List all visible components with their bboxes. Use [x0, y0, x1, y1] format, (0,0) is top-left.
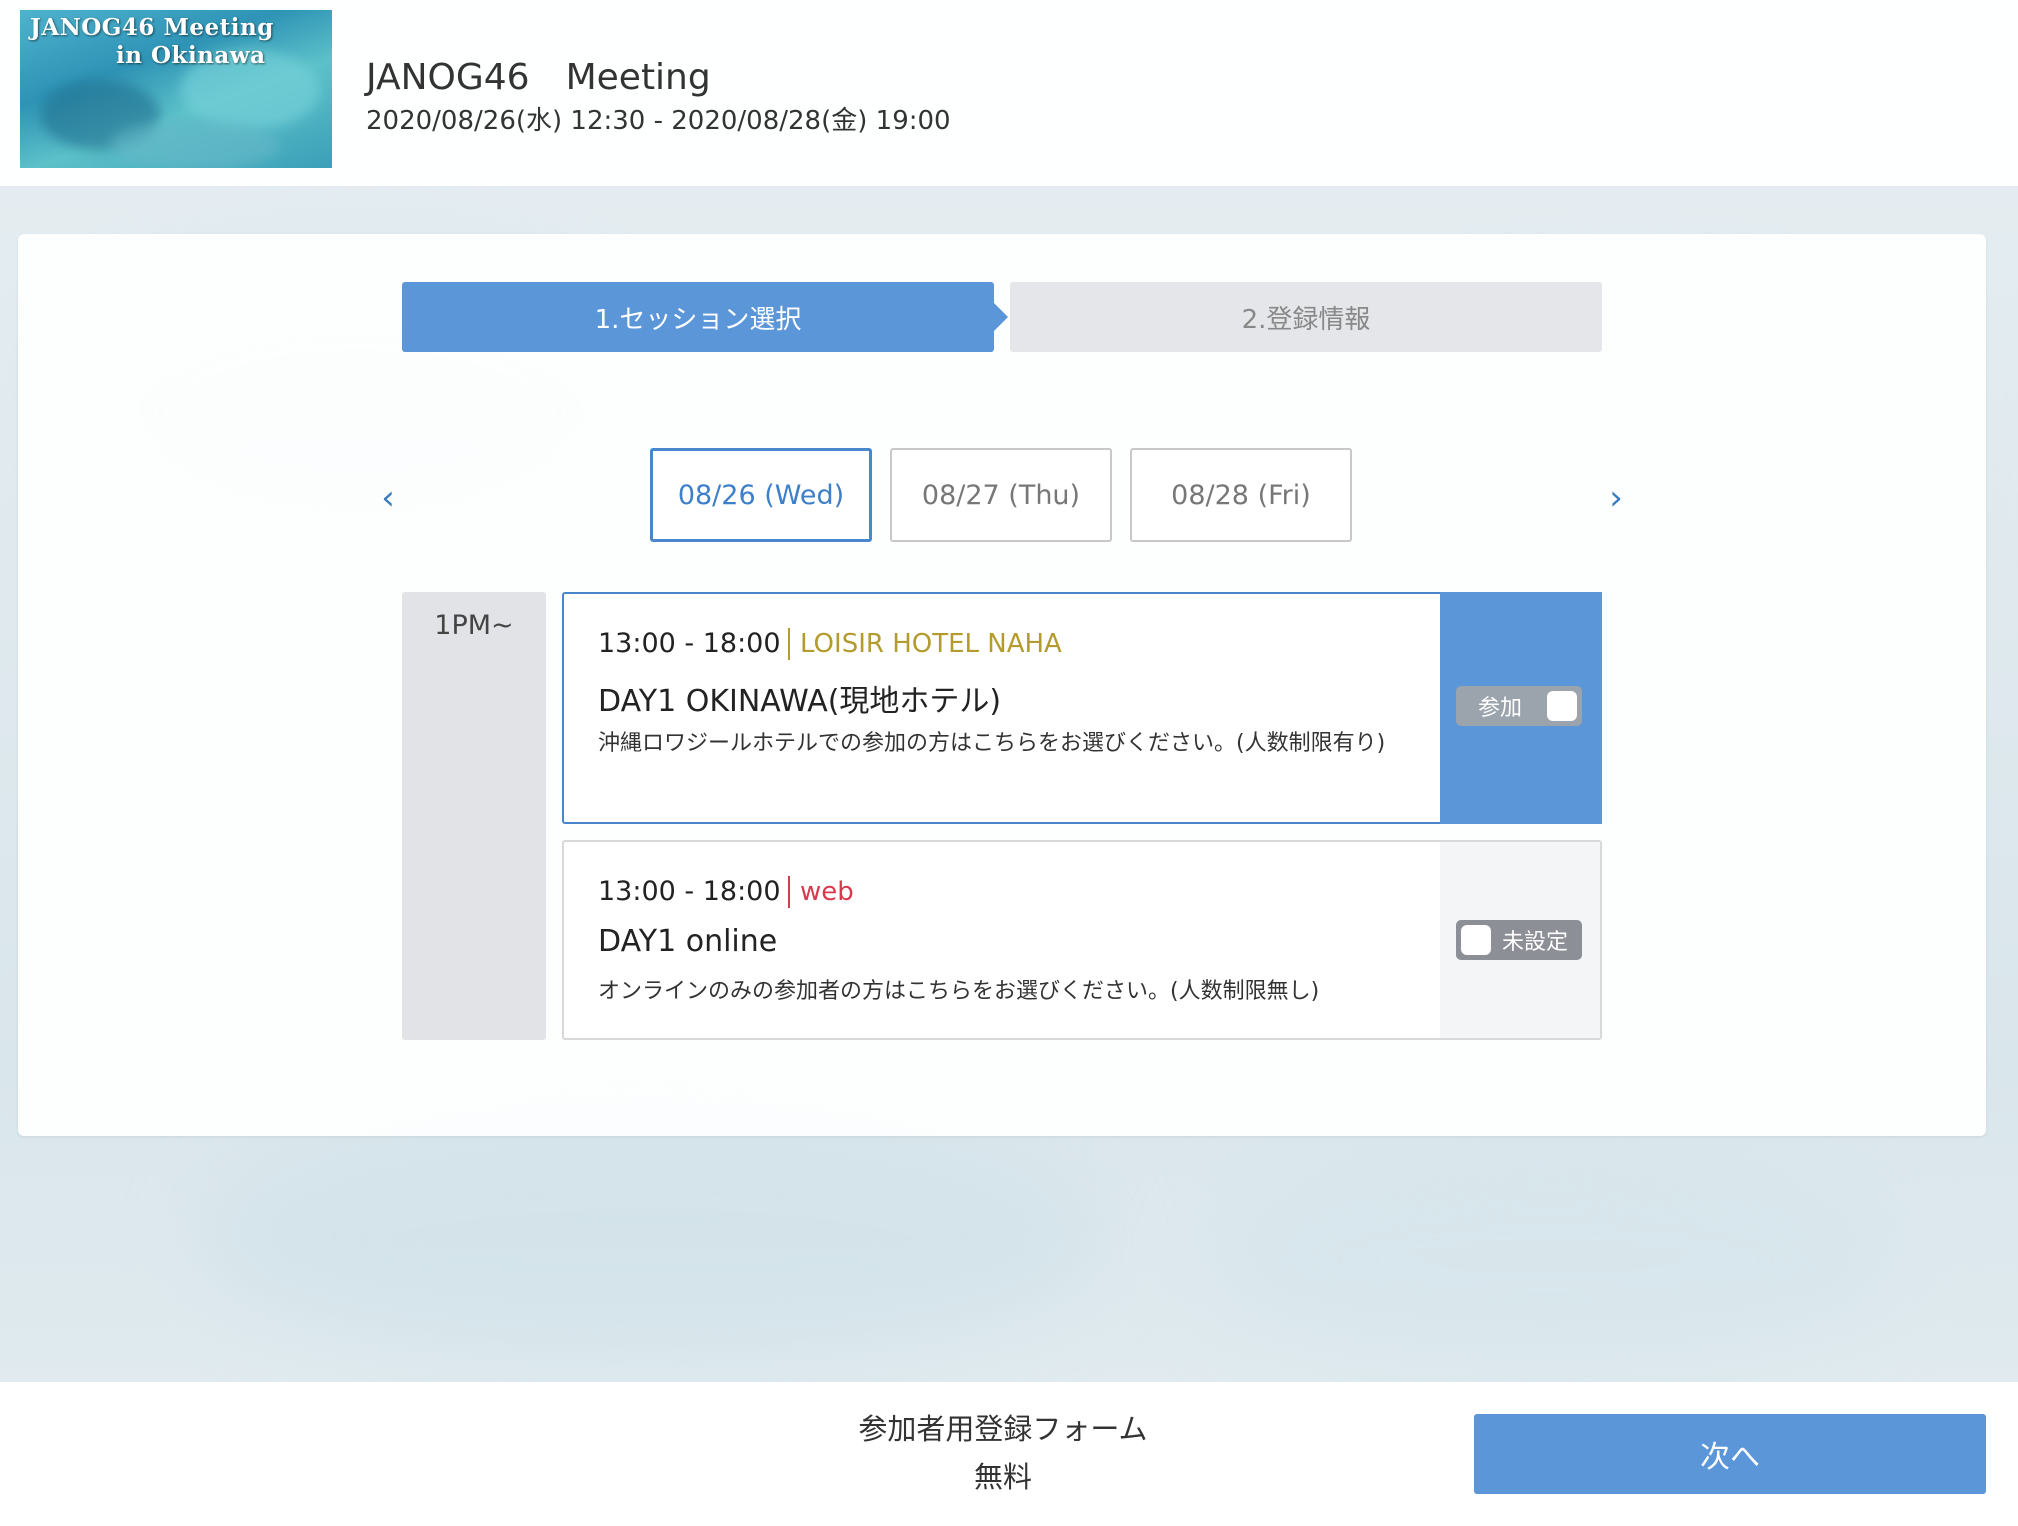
toggle-knob-icon — [1461, 925, 1491, 955]
event-datetime: 2020/08/26(水) 12:30 - 2020/08/28(金) 19:0… — [366, 106, 951, 136]
footer-bar: 参加者用登録フォーム 無料 次へ — [0, 1382, 2018, 1526]
toggle-knob-icon — [1547, 691, 1577, 721]
join-toggle-label: 参加 — [1478, 696, 1523, 721]
session-title: DAY1 OKINAWA(現地ホテル) — [598, 684, 1002, 719]
background-blur — [1200, 1150, 1900, 1370]
unset-toggle-label: 未設定 — [1501, 930, 1568, 955]
date-tab-0826[interactable]: 08/26 (Wed) — [650, 448, 872, 542]
logo-text-line1: JANOG46 Meeting — [30, 14, 274, 41]
prev-date-chevron-left-icon[interactable]: ‹ — [368, 478, 408, 518]
session-description: オンラインのみの参加者の方はこちらをお選びください。(人数制限無し) — [598, 979, 1320, 1004]
session-card-okinawa[interactable]: 13:00 - 18:00 LOISIR HOTEL NAHA DAY1 OKI… — [562, 592, 1602, 824]
timeslot-column: 1PM~ — [402, 592, 546, 1040]
join-toggle[interactable]: 参加 — [1456, 686, 1582, 726]
event-title: JANOG46 Meeting — [366, 57, 711, 98]
event-logo: JANOG46 Meeting in Okinawa — [20, 10, 332, 168]
timeslot-label: 1PM~ — [434, 610, 514, 641]
unset-toggle[interactable]: 未設定 — [1456, 920, 1582, 960]
event-header: JANOG46 Meeting in Okinawa JANOG46 Meeti… — [0, 0, 2018, 186]
logo-text-line2: in Okinawa — [116, 42, 266, 69]
session-title: DAY1 online — [598, 924, 778, 959]
step-registration-info: 2.登録情報 — [1010, 282, 1602, 352]
session-action-panel: 未設定 — [1440, 842, 1600, 1038]
session-venue: web — [788, 876, 854, 908]
step-session-select: 1.セッション選択 — [402, 282, 1008, 352]
session-venue: LOISIR HOTEL NAHA — [788, 628, 1062, 660]
date-tab-0828[interactable]: 08/28 (Fri) — [1130, 448, 1352, 542]
background-blur — [200, 1120, 1100, 1360]
session-time: 13:00 - 18:00 — [598, 876, 781, 907]
session-action-panel: 参加 — [1440, 592, 1602, 824]
session-time: 13:00 - 18:00 — [598, 628, 781, 659]
next-date-chevron-right-icon[interactable]: › — [1596, 478, 1636, 518]
date-tab-0827[interactable]: 08/27 (Thu) — [890, 448, 1112, 542]
session-description: 沖縄ロワジールホテルでの参加の方はこちらをお選びください。(人数制限有り) — [598, 731, 1386, 756]
session-card-online[interactable]: 13:00 - 18:00 web DAY1 online オンラインのみの参加… — [562, 840, 1602, 1040]
next-button[interactable]: 次へ — [1474, 1414, 1986, 1494]
